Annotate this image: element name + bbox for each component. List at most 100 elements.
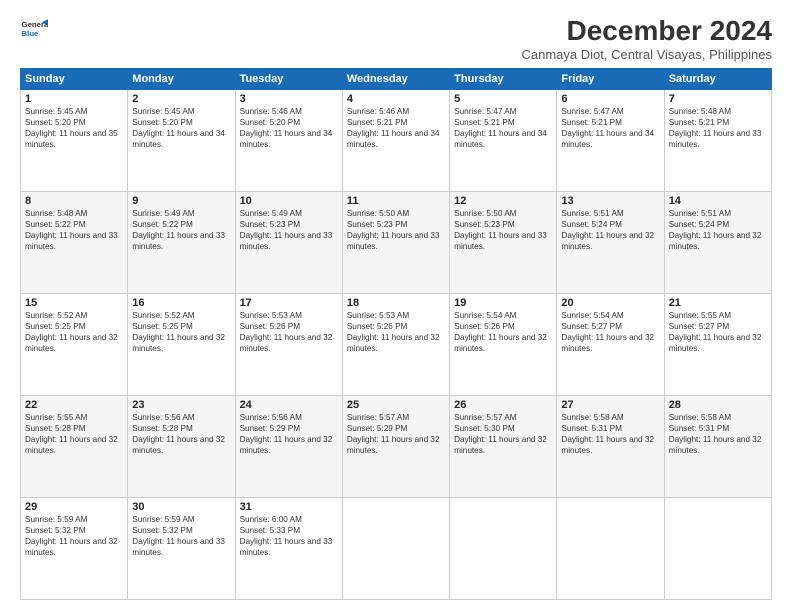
table-row: 31 Sunrise: 6:00 AMSunset: 5:33 PMDaylig… [235,497,342,599]
day-number: 27 [561,399,659,411]
header-friday: Friday [557,68,664,89]
table-row: 1 Sunrise: 5:45 AMSunset: 5:20 PMDayligh… [21,89,128,191]
table-row: 25 Sunrise: 5:57 AMSunset: 5:29 PMDaylig… [342,395,449,497]
calendar-week-row: 15 Sunrise: 5:52 AMSunset: 5:25 PMDaylig… [21,293,772,395]
table-row [450,497,557,599]
day-info: Sunrise: 5:54 AMSunset: 5:27 PMDaylight:… [561,311,654,353]
table-row: 11 Sunrise: 5:50 AMSunset: 5:23 PMDaylig… [342,191,449,293]
day-number: 25 [347,399,445,411]
day-number: 21 [669,297,767,309]
table-row: 9 Sunrise: 5:49 AMSunset: 5:22 PMDayligh… [128,191,235,293]
table-row: 17 Sunrise: 5:53 AMSunset: 5:26 PMDaylig… [235,293,342,395]
calendar-week-row: 29 Sunrise: 5:59 AMSunset: 5:32 PMDaylig… [21,497,772,599]
table-row: 20 Sunrise: 5:54 AMSunset: 5:27 PMDaylig… [557,293,664,395]
day-info: Sunrise: 5:49 AMSunset: 5:23 PMDaylight:… [240,209,333,251]
day-number: 19 [454,297,552,309]
day-number: 3 [240,93,338,105]
day-number: 4 [347,93,445,105]
svg-text:Blue: Blue [22,29,40,38]
day-number: 9 [132,195,230,207]
table-row: 15 Sunrise: 5:52 AMSunset: 5:25 PMDaylig… [21,293,128,395]
day-number: 16 [132,297,230,309]
page-title: December 2024 [522,16,773,47]
header-monday: Monday [128,68,235,89]
day-info: Sunrise: 5:46 AMSunset: 5:20 PMDaylight:… [240,107,333,149]
day-info: Sunrise: 5:47 AMSunset: 5:21 PMDaylight:… [561,107,654,149]
day-number: 23 [132,399,230,411]
day-number: 6 [561,93,659,105]
table-row: 16 Sunrise: 5:52 AMSunset: 5:25 PMDaylig… [128,293,235,395]
calendar-header-row: Sunday Monday Tuesday Wednesday Thursday… [21,68,772,89]
day-number: 29 [25,501,123,513]
day-number: 31 [240,501,338,513]
table-row: 29 Sunrise: 5:59 AMSunset: 5:32 PMDaylig… [21,497,128,599]
day-info: Sunrise: 5:52 AMSunset: 5:25 PMDaylight:… [132,311,225,353]
table-row: 2 Sunrise: 5:45 AMSunset: 5:20 PMDayligh… [128,89,235,191]
header-saturday: Saturday [664,68,771,89]
day-info: Sunrise: 5:53 AMSunset: 5:26 PMDaylight:… [240,311,333,353]
day-number: 24 [240,399,338,411]
table-row: 10 Sunrise: 5:49 AMSunset: 5:23 PMDaylig… [235,191,342,293]
table-row: 13 Sunrise: 5:51 AMSunset: 5:24 PMDaylig… [557,191,664,293]
logo-icon: General Blue [20,16,48,44]
table-row: 4 Sunrise: 5:46 AMSunset: 5:21 PMDayligh… [342,89,449,191]
day-number: 22 [25,399,123,411]
day-info: Sunrise: 5:50 AMSunset: 5:23 PMDaylight:… [454,209,547,251]
day-info: Sunrise: 5:50 AMSunset: 5:23 PMDaylight:… [347,209,440,251]
table-row: 3 Sunrise: 5:46 AMSunset: 5:20 PMDayligh… [235,89,342,191]
table-row: 7 Sunrise: 5:48 AMSunset: 5:21 PMDayligh… [664,89,771,191]
day-info: Sunrise: 5:59 AMSunset: 5:32 PMDaylight:… [25,515,118,557]
table-row [664,497,771,599]
calendar-week-row: 1 Sunrise: 5:45 AMSunset: 5:20 PMDayligh… [21,89,772,191]
day-number: 30 [132,501,230,513]
day-info: Sunrise: 5:58 AMSunset: 5:31 PMDaylight:… [669,413,762,455]
day-number: 1 [25,93,123,105]
table-row: 22 Sunrise: 5:55 AMSunset: 5:28 PMDaylig… [21,395,128,497]
page-subtitle: Canmaya Diot, Central Visayas, Philippin… [522,47,773,62]
day-number: 15 [25,297,123,309]
day-info: Sunrise: 5:48 AMSunset: 5:21 PMDaylight:… [669,107,762,149]
table-row: 24 Sunrise: 5:56 AMSunset: 5:29 PMDaylig… [235,395,342,497]
day-info: Sunrise: 5:53 AMSunset: 5:26 PMDaylight:… [347,311,440,353]
table-row [342,497,449,599]
table-row [557,497,664,599]
day-number: 13 [561,195,659,207]
day-info: Sunrise: 5:57 AMSunset: 5:30 PMDaylight:… [454,413,547,455]
table-row: 26 Sunrise: 5:57 AMSunset: 5:30 PMDaylig… [450,395,557,497]
day-info: Sunrise: 5:45 AMSunset: 5:20 PMDaylight:… [25,107,118,149]
day-number: 17 [240,297,338,309]
day-number: 18 [347,297,445,309]
table-row: 18 Sunrise: 5:53 AMSunset: 5:26 PMDaylig… [342,293,449,395]
day-info: Sunrise: 5:56 AMSunset: 5:28 PMDaylight:… [132,413,225,455]
day-number: 14 [669,195,767,207]
header-thursday: Thursday [450,68,557,89]
table-row: 8 Sunrise: 5:48 AMSunset: 5:22 PMDayligh… [21,191,128,293]
title-section: December 2024 Canmaya Diot, Central Visa… [522,16,773,62]
day-info: Sunrise: 5:48 AMSunset: 5:22 PMDaylight:… [25,209,118,251]
day-info: Sunrise: 5:57 AMSunset: 5:29 PMDaylight:… [347,413,440,455]
day-info: Sunrise: 5:55 AMSunset: 5:27 PMDaylight:… [669,311,762,353]
day-info: Sunrise: 5:52 AMSunset: 5:25 PMDaylight:… [25,311,118,353]
table-row: 28 Sunrise: 5:58 AMSunset: 5:31 PMDaylig… [664,395,771,497]
day-number: 11 [347,195,445,207]
day-number: 5 [454,93,552,105]
day-number: 8 [25,195,123,207]
day-info: Sunrise: 5:45 AMSunset: 5:20 PMDaylight:… [132,107,225,149]
day-info: Sunrise: 5:47 AMSunset: 5:21 PMDaylight:… [454,107,547,149]
table-row: 6 Sunrise: 5:47 AMSunset: 5:21 PMDayligh… [557,89,664,191]
header-sunday: Sunday [21,68,128,89]
day-info: Sunrise: 5:54 AMSunset: 5:26 PMDaylight:… [454,311,547,353]
header-wednesday: Wednesday [342,68,449,89]
logo: General Blue [20,16,48,44]
calendar-week-row: 8 Sunrise: 5:48 AMSunset: 5:22 PMDayligh… [21,191,772,293]
day-number: 2 [132,93,230,105]
table-row: 12 Sunrise: 5:50 AMSunset: 5:23 PMDaylig… [450,191,557,293]
day-info: Sunrise: 5:49 AMSunset: 5:22 PMDaylight:… [132,209,225,251]
header-tuesday: Tuesday [235,68,342,89]
calendar-table: Sunday Monday Tuesday Wednesday Thursday… [20,68,772,600]
day-info: Sunrise: 5:51 AMSunset: 5:24 PMDaylight:… [669,209,762,251]
day-info: Sunrise: 5:59 AMSunset: 5:32 PMDaylight:… [132,515,225,557]
table-row: 19 Sunrise: 5:54 AMSunset: 5:26 PMDaylig… [450,293,557,395]
day-number: 12 [454,195,552,207]
day-number: 26 [454,399,552,411]
